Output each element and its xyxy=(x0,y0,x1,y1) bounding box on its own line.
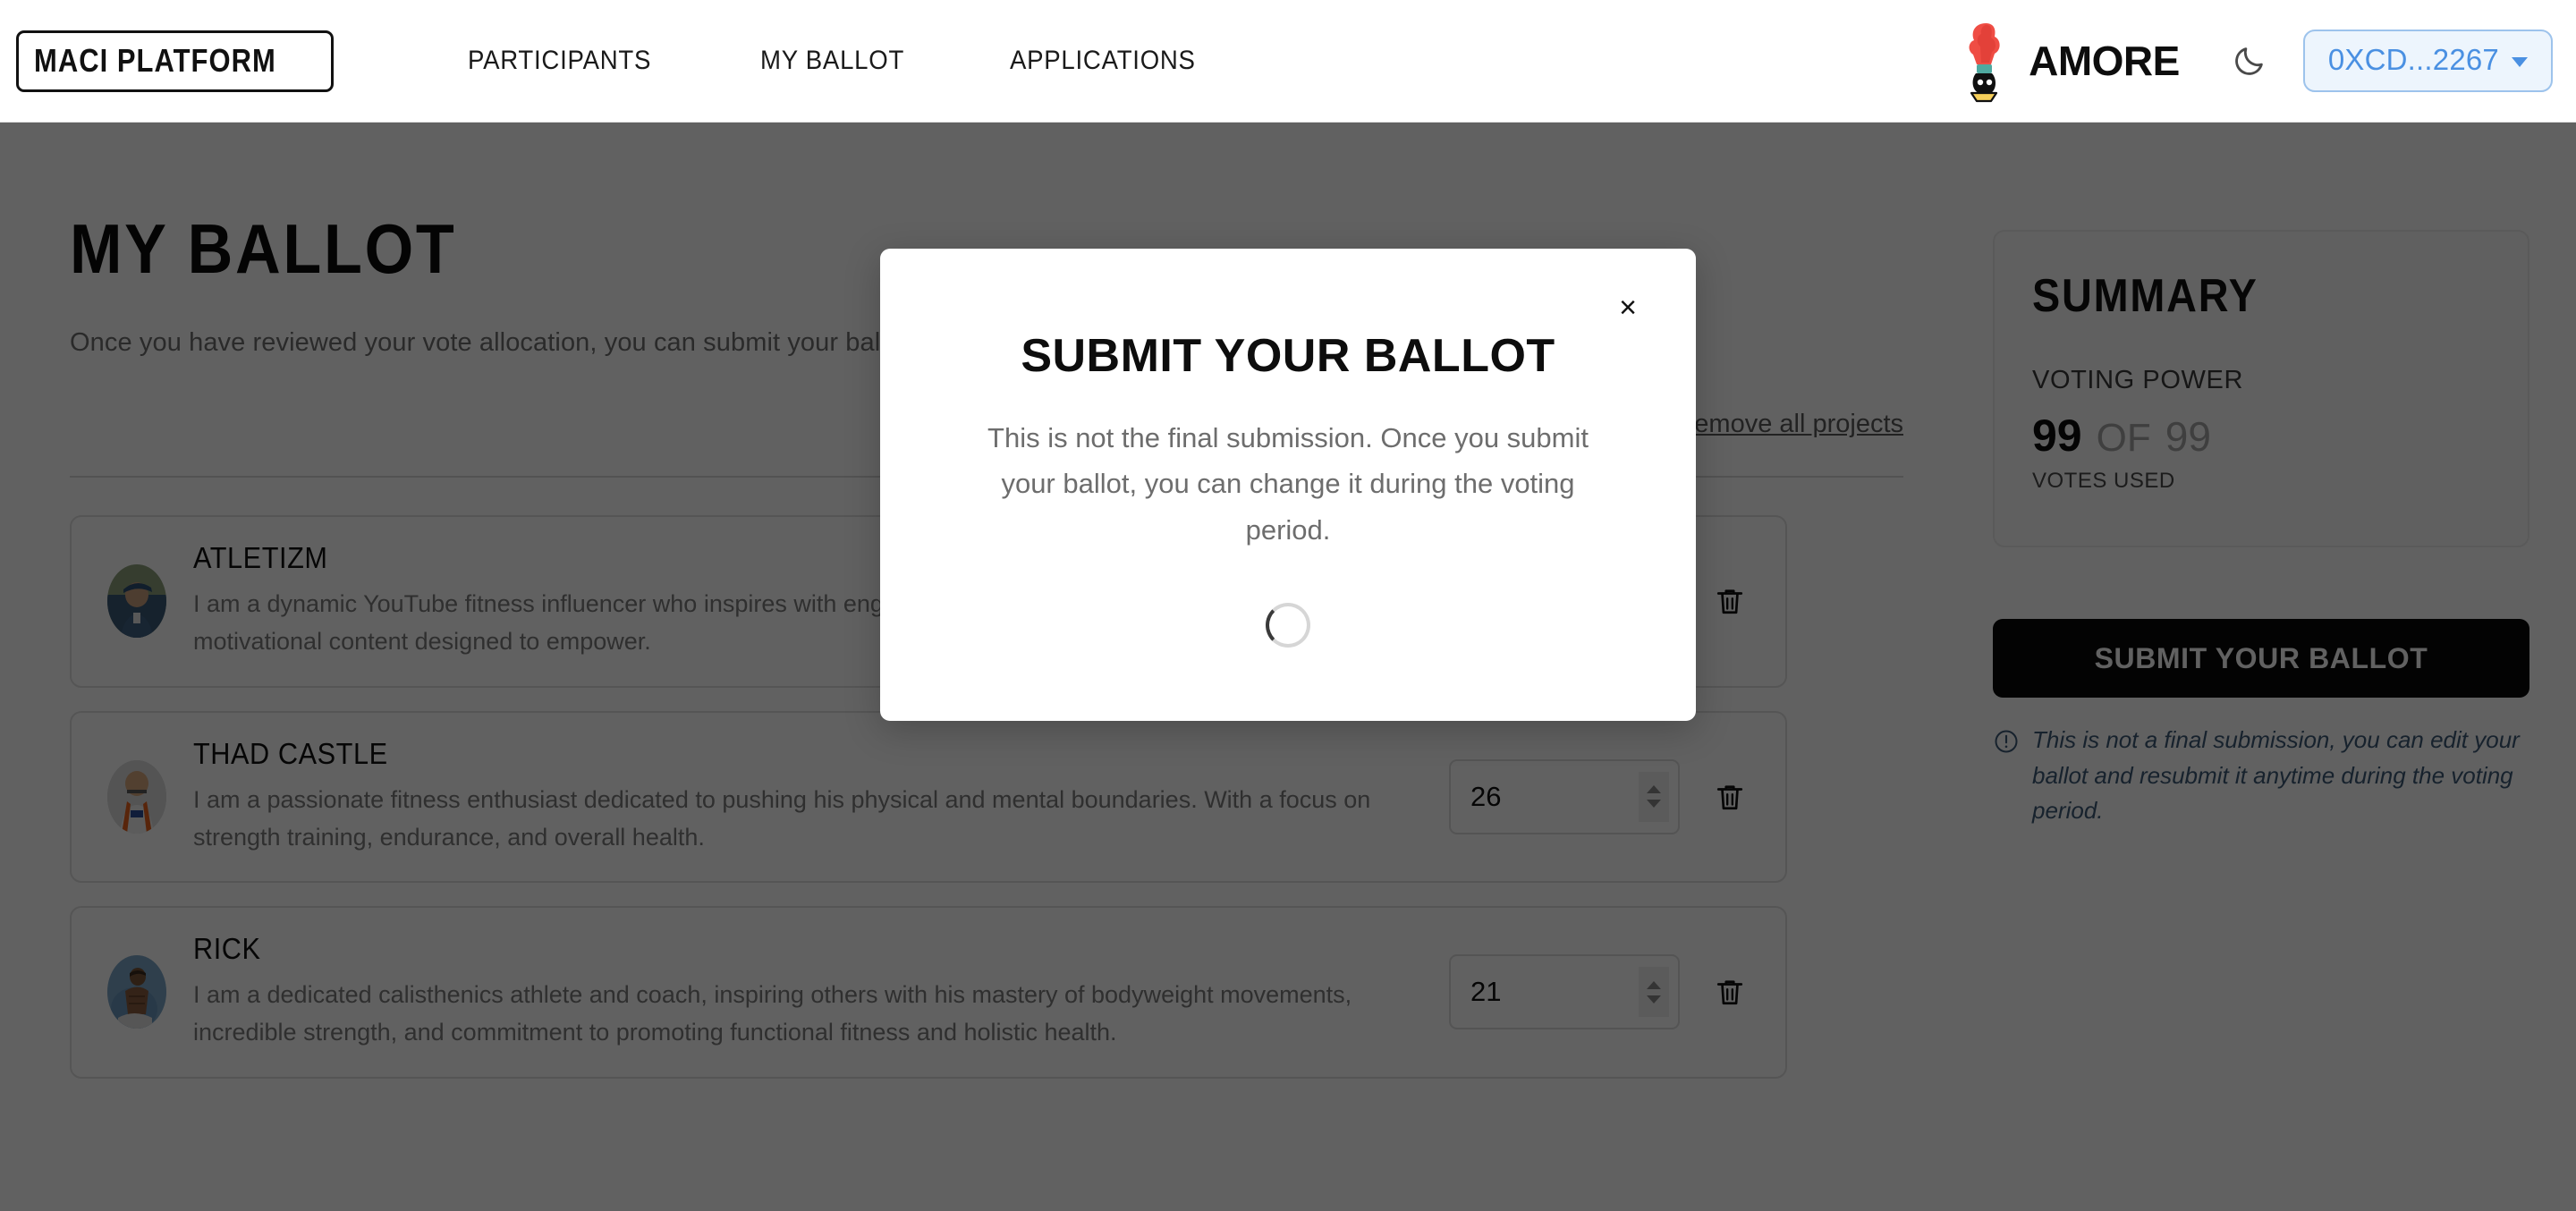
modal-loading-area xyxy=(880,603,1696,648)
loading-spinner-icon xyxy=(1266,603,1310,648)
nav-item-applications[interactable]: APPLICATIONS xyxy=(1010,46,1196,76)
header-right-group: AMORE 0XCD...2267 xyxy=(1959,18,2576,104)
app-header: MACI PLATFORM PARTICIPANTS MY BALLOT APP… xyxy=(0,0,2576,123)
wallet-address-button[interactable]: 0XCD...2267 xyxy=(2302,30,2553,92)
chevron-down-icon xyxy=(2512,56,2528,67)
nav-item-my-ballot[interactable]: MY BALLOT xyxy=(760,46,904,76)
modal-body-text: This is not the final submission. Once y… xyxy=(987,422,1589,546)
theme-toggle-button[interactable] xyxy=(2223,34,2276,88)
submit-ballot-modal: × SUBMIT YOUR BALLOT This is not the fin… xyxy=(880,249,1696,721)
close-icon[interactable]: × xyxy=(1608,288,1648,327)
logo-badge[interactable]: MACI PLATFORM xyxy=(16,30,334,92)
amore-bird-icon xyxy=(1969,23,2000,103)
main-nav: PARTICIPANTS MY BALLOT APPLICATIONS xyxy=(468,46,1212,76)
brand-name: AMORE xyxy=(2029,38,2180,84)
logo-text: MACI PLATFORM xyxy=(34,41,276,79)
nav-item-participants[interactable]: PARTICIPANTS xyxy=(468,46,651,76)
modal-title: SUBMIT YOUR BALLOT xyxy=(1021,330,1555,382)
moon-icon xyxy=(2234,47,2263,75)
wallet-address-label: 0XCD...2267 xyxy=(2327,43,2499,76)
brand-logo: AMORE xyxy=(1959,18,2180,104)
